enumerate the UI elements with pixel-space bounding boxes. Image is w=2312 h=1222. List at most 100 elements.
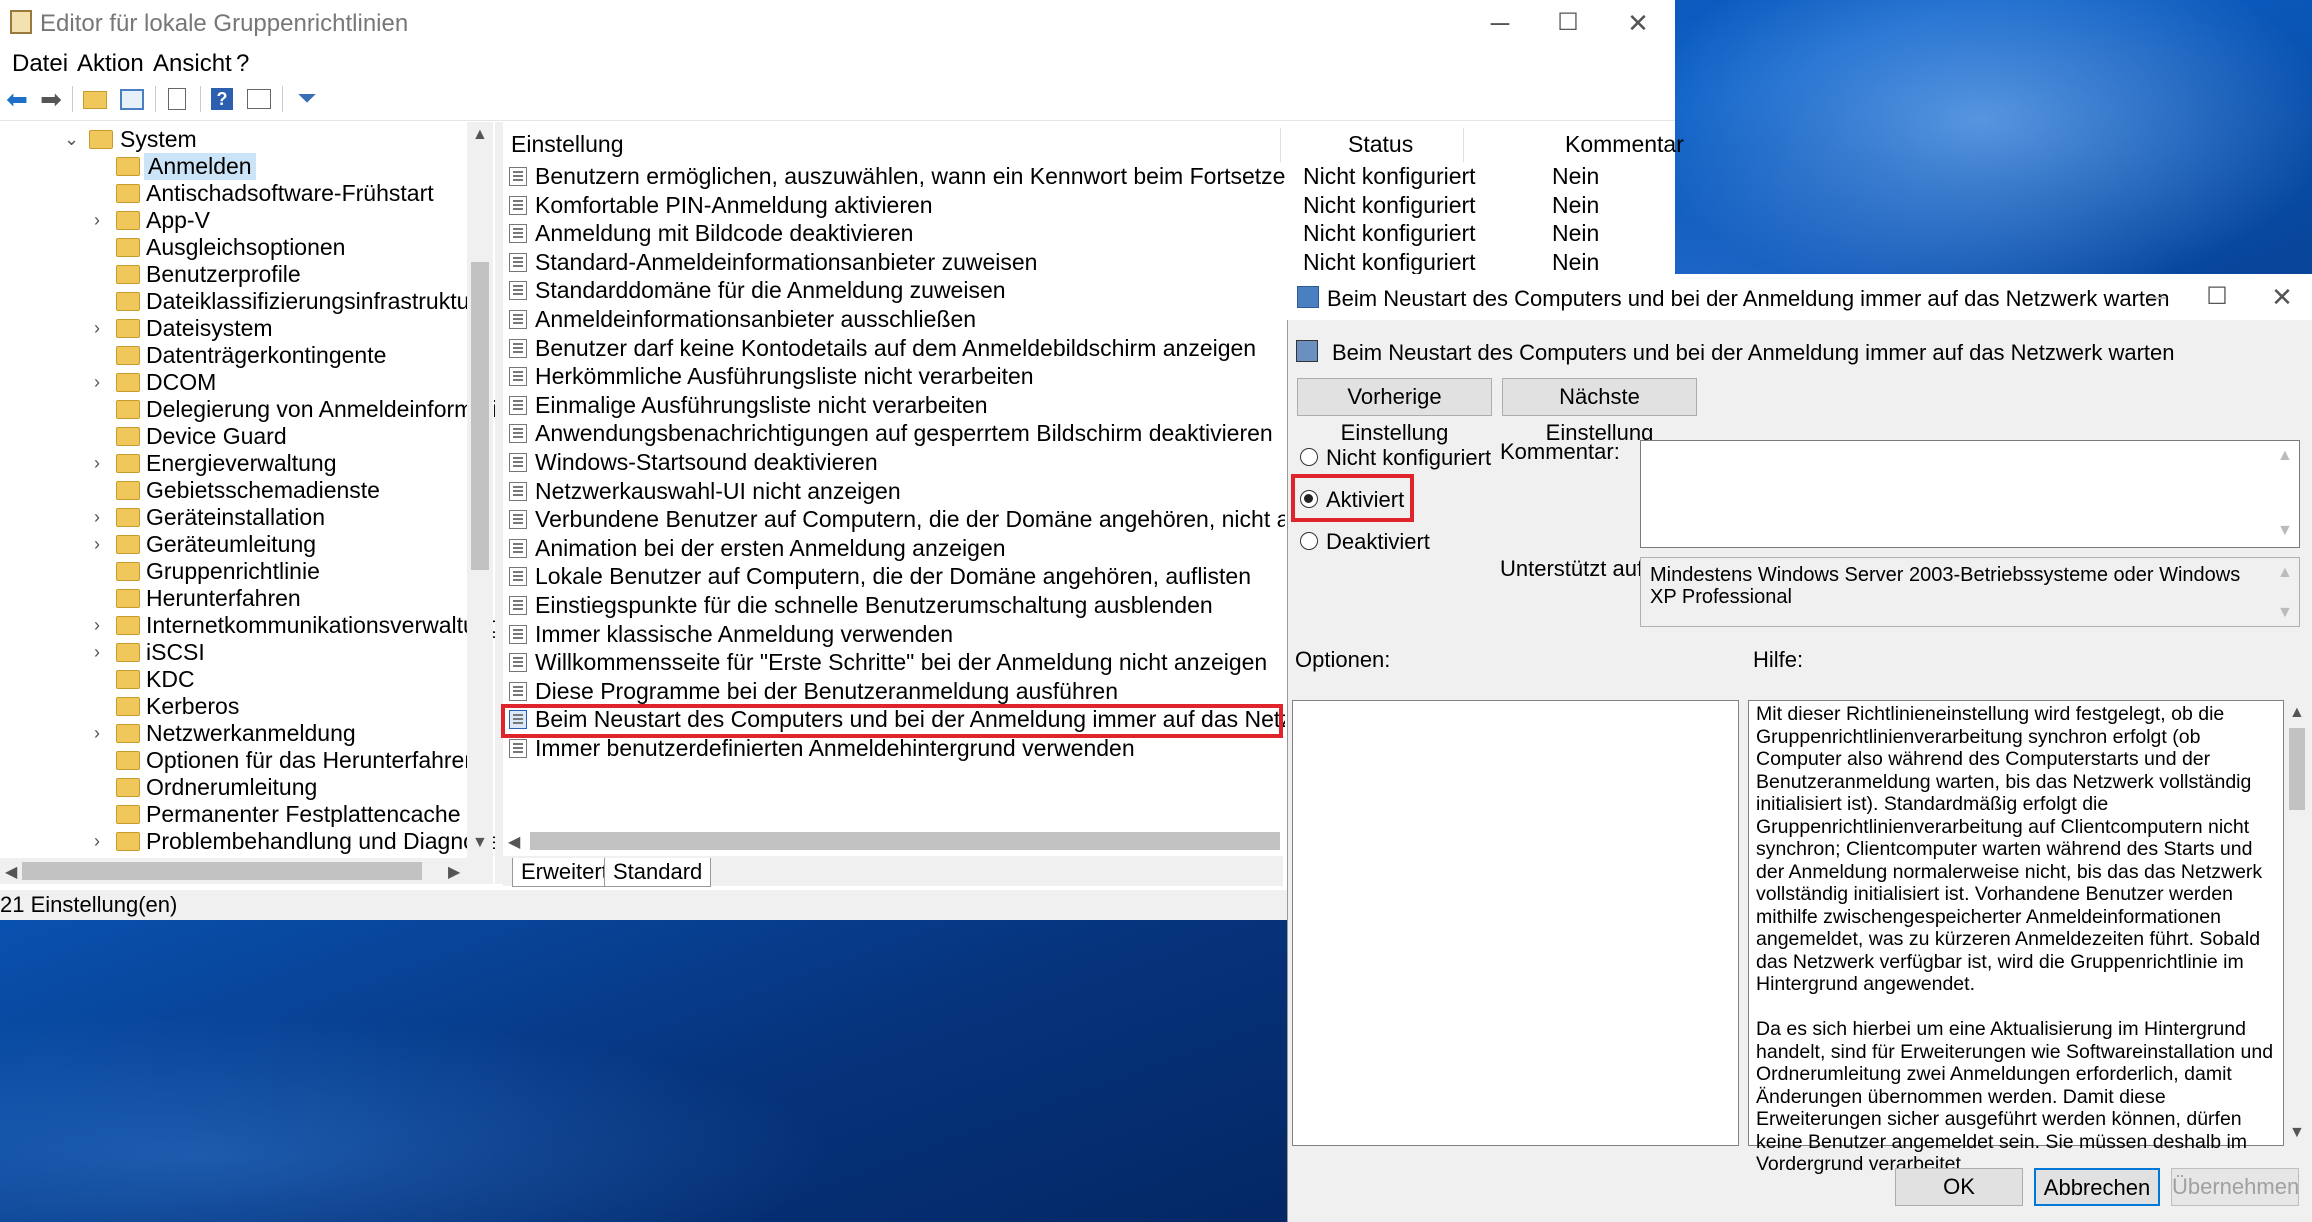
comment-scroll-up-icon[interactable]: ▲ <box>2277 447 2293 465</box>
close-button[interactable]: ✕ <box>1608 6 1668 40</box>
tree-item[interactable]: Ordnerumleitung <box>0 774 467 801</box>
tree-item[interactable]: Antischadsoftware-Frühstart <box>0 180 467 207</box>
dialog-maximize-button[interactable]: ☐ <box>2187 280 2247 314</box>
column-separator[interactable] <box>1280 128 1281 162</box>
maximize-button[interactable]: ☐ <box>1538 6 1598 40</box>
chevron-down-icon[interactable]: ⌄ <box>64 126 80 153</box>
column-header-status[interactable]: Status <box>1348 128 1413 160</box>
up-folder-icon[interactable] <box>80 84 110 114</box>
radio-disabled-label[interactable]: Deaktiviert <box>1326 529 1430 555</box>
setting-row[interactable]: Anmeldung mit Bildcode deaktivieren Nicht… <box>505 219 1675 247</box>
chevron-right-icon[interactable]: › <box>94 639 110 666</box>
tree-item[interactable]: KDC <box>0 666 467 693</box>
filter-icon[interactable]: ⏷ <box>292 84 322 114</box>
tree-item[interactable]: › Geräteumleitung <box>0 531 467 558</box>
tree-item[interactable]: › Dateisystem <box>0 315 467 342</box>
menu-aktion[interactable]: Aktion <box>77 50 144 78</box>
highlight-frame-enabled <box>1291 474 1414 522</box>
setting-status: Nicht konfiguriert <box>1303 191 1476 218</box>
tree-item[interactable]: Benutzerprofile <box>0 261 467 288</box>
tree-item[interactable]: Anmelden <box>0 153 467 180</box>
scroll-left-icon[interactable]: ◀ <box>5 862 17 882</box>
radio-disabled[interactable] <box>1300 532 1318 550</box>
list-scroll-left-icon[interactable]: ◀ <box>508 832 520 852</box>
chevron-right-icon[interactable]: › <box>94 531 110 558</box>
scroll-up-icon[interactable]: ▲ <box>472 126 488 144</box>
tree-item[interactable]: Optionen für das Herunterfahren <box>0 747 477 774</box>
setting-icon <box>509 395 527 415</box>
tree-item[interactable]: Kerberos <box>0 693 467 720</box>
supported-scroll-down-icon[interactable]: ▼ <box>2277 604 2293 622</box>
chevron-right-icon[interactable]: › <box>94 504 110 531</box>
tree-item[interactable]: › Netzwerkanmeldung <box>0 720 467 747</box>
tree-item[interactable]: Datenträgerkontingente <box>0 342 467 369</box>
tab-erweitert[interactable]: Erweitert <box>512 858 617 887</box>
column-header-comment[interactable]: Kommentar <box>1565 128 1684 160</box>
radio-not-configured-label[interactable]: Nicht konfiguriert <box>1326 445 1491 471</box>
tree-scrollbar-thumb[interactable] <box>471 262 489 570</box>
forward-icon[interactable]: ➡ <box>36 84 66 114</box>
tree-item[interactable]: › Problembehandlung und Diagnose <box>0 828 495 855</box>
scroll-right-icon[interactable]: ▶ <box>448 862 460 882</box>
pane-divider[interactable] <box>495 122 503 884</box>
tree-item[interactable]: › App-V <box>0 207 467 234</box>
tree-item[interactable]: Herunterfahren <box>0 585 467 612</box>
tree-item[interactable]: Ausgleichsoptionen <box>0 234 467 261</box>
help-icon[interactable]: ? <box>207 84 237 114</box>
chevron-right-icon[interactable]: › <box>94 612 110 639</box>
folder-icon <box>116 427 140 446</box>
chevron-right-icon[interactable]: › <box>94 207 110 234</box>
dialog-minimize-button[interactable]: ─ <box>2127 280 2187 314</box>
minimize-button[interactable]: ─ <box>1470 6 1530 40</box>
dialog-close-button[interactable]: ✕ <box>2252 280 2312 314</box>
back-icon[interactable]: ⬅ <box>2 84 32 114</box>
scroll-down-icon[interactable]: ▼ <box>472 834 488 852</box>
folder-icon <box>116 778 140 797</box>
menu-help[interactable]: ? <box>236 50 249 78</box>
tree-item[interactable]: › iSCSI <box>0 639 467 666</box>
supported-scroll-up-icon[interactable]: ▲ <box>2277 564 2293 582</box>
tree-item[interactable]: › Internetkommunikationsverwaltung <box>0 612 495 639</box>
help-scroll-down-icon[interactable]: ▼ <box>2289 1124 2305 1142</box>
chevron-right-icon[interactable]: › <box>94 720 110 747</box>
properties-icon[interactable] <box>244 84 274 114</box>
show-hide-tree-icon[interactable] <box>117 84 147 114</box>
ok-button[interactable]: OK <box>1895 1168 2023 1206</box>
tree-item-label: Ordnerumleitung <box>146 774 318 800</box>
tree-item[interactable]: Device Guard <box>0 423 467 450</box>
setting-row[interactable]: Benutzern ermöglichen, auszuwählen, wann… <box>505 162 1675 190</box>
tree-item-system[interactable]: ⌄ System <box>0 126 467 153</box>
chevron-right-icon[interactable]: › <box>94 450 110 477</box>
tree-hscrollbar-thumb[interactable] <box>22 862 422 880</box>
tab-standard[interactable]: Standard <box>604 858 712 887</box>
column-header-setting[interactable]: Einstellung <box>511 128 624 160</box>
chevron-right-icon[interactable]: › <box>94 828 110 855</box>
previous-setting-button[interactable]: Vorherige Einstellung <box>1297 378 1492 445</box>
comment-scroll-down-icon[interactable]: ▼ <box>2277 522 2293 540</box>
cancel-button[interactable]: Abbrechen <box>2034 1168 2160 1206</box>
next-setting-button[interactable]: Nächste Einstellung <box>1502 378 1697 445</box>
tree-item[interactable]: Gebietsschemadienste <box>0 477 467 504</box>
tree-item[interactable]: › Energieverwaltung <box>0 450 467 477</box>
setting-row[interactable]: Komfortable PIN-Anmeldung aktivieren Nich… <box>505 191 1675 219</box>
tree-item[interactable]: Gruppenrichtlinie <box>0 558 467 585</box>
tree-item[interactable]: Dateiklassifizierungsinfrastruktur <box>0 288 477 315</box>
column-separator[interactable] <box>1463 128 1464 162</box>
help-scrollbar-thumb[interactable] <box>2289 728 2305 810</box>
export-list-icon[interactable] <box>162 84 192 114</box>
menu-ansicht[interactable]: Ansicht <box>153 50 232 78</box>
list-hscrollbar-thumb[interactable] <box>530 832 1280 850</box>
help-scroll-up-icon[interactable]: ▲ <box>2289 704 2305 722</box>
radio-not-configured[interactable] <box>1300 448 1318 466</box>
chevron-right-icon[interactable]: › <box>94 369 110 396</box>
tree-item[interactable]: › Geräteinstallation <box>0 504 467 531</box>
apply-button[interactable]: Übernehmen <box>2171 1168 2299 1206</box>
comment-textarea[interactable] <box>1640 440 2300 548</box>
tree-item[interactable]: Permanenter Festplattencache <box>0 801 467 828</box>
chevron-right-icon[interactable]: › <box>94 315 110 342</box>
folder-icon <box>116 535 140 554</box>
setting-row[interactable]: Standard-Anmeldeinformationsanbieter zuw… <box>505 248 1675 276</box>
tree-item[interactable]: Delegierung von Anmeldeinformationer <box>0 396 495 423</box>
menu-datei[interactable]: Datei <box>12 50 68 78</box>
tree-item[interactable]: › DCOM <box>0 369 467 396</box>
